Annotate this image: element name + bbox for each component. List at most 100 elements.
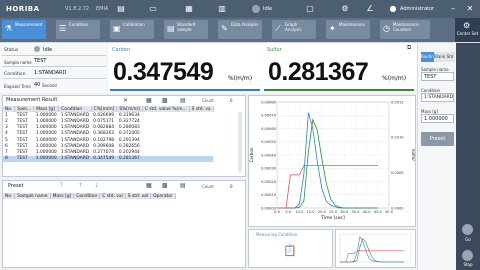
nav-label: Data Analysis	[231, 22, 259, 27]
analysis-icon: ✎	[221, 24, 228, 33]
mass-input[interactable]: 1.000000	[421, 114, 454, 123]
nav-condition[interactable]: ☰ Condition	[56, 20, 100, 39]
condition-value: 1:STANDARD	[34, 70, 67, 76]
x-tick-label: 0.0	[274, 210, 280, 214]
nav-label: Condition	[69, 22, 89, 27]
nav-calibration[interactable]: ▣ Calibration	[110, 20, 154, 39]
column-header[interactable]: Mass [g]	[50, 193, 75, 200]
sulfur-label: Sulfur	[267, 47, 282, 53]
mini-plot-area	[339, 233, 412, 263]
x-tick-label: 40.0	[363, 210, 372, 214]
nav-standard-sample[interactable]: ▤ Standard sample	[164, 20, 208, 39]
preset-button[interactable]: Preset	[421, 132, 454, 146]
wrench-icon: ✦	[329, 24, 336, 33]
table-cell	[189, 155, 214, 162]
nav-label: Maintenance	[339, 22, 365, 27]
tools-icon[interactable]: ⚙	[340, 4, 350, 14]
preset-title: Preset	[8, 183, 24, 189]
column-header[interactable]: C%[m/m]	[91, 106, 118, 113]
stop-label: Stop	[463, 262, 473, 267]
y2-tick-label: 0.0010	[391, 136, 404, 140]
move-top-icon[interactable]: ⤒	[60, 181, 63, 190]
tab-blank[interactable]: Blank	[434, 52, 445, 62]
table-cell: 1.000000	[35, 149, 57, 155]
column-header[interactable]: Operator	[150, 193, 176, 200]
monitor-icon[interactable]: ▭	[148, 4, 158, 14]
y-tick-label: 0.00060	[261, 127, 277, 131]
export-icon[interactable]: ▤	[180, 181, 186, 190]
status-text: Idle	[263, 6, 273, 12]
table-cell: 0.319634	[118, 112, 140, 118]
column-header[interactable]: Sample name	[14, 193, 51, 200]
divider	[2, 78, 106, 79]
go-button[interactable]	[462, 224, 473, 235]
elapsed-value: 40	[34, 82, 41, 88]
chart-icon[interactable]: ▥	[217, 4, 227, 14]
document-icon[interactable]: ▤	[116, 4, 126, 14]
delete-icon[interactable]: ✕	[123, 96, 128, 105]
move-down-icon[interactable]: ↓	[94, 181, 99, 190]
sample-icon[interactable]: ▢	[305, 4, 315, 14]
condition-select[interactable]: 1:STANDARD	[421, 93, 454, 102]
y-tick-label: 0.00010	[261, 193, 277, 197]
column-header[interactable]: S%[m/m]	[116, 106, 143, 113]
table-cell: 1.000000	[35, 125, 57, 131]
user-icon[interactable]: ●	[388, 4, 398, 14]
carbon-value: 0.347549	[113, 58, 214, 86]
status-value: Idle	[43, 47, 53, 53]
nav-measurement[interactable]: ⚗ Measurement	[2, 20, 46, 39]
move-up-icon[interactable]: ↑	[78, 181, 83, 190]
clipboard-icon[interactable]: 📋	[283, 244, 297, 257]
table-icon[interactable]: ▦	[146, 181, 152, 190]
y2-tick-label: 0.0005	[391, 171, 404, 175]
table-cell: 0.277074	[93, 149, 115, 155]
column-header[interactable]: Sam...	[14, 106, 35, 113]
graph-icon: ⟋	[275, 24, 281, 33]
x-tick-label: 35.0	[351, 210, 360, 214]
nav-data-analysis[interactable]: ✎ Data Analysis	[218, 20, 262, 39]
nav-label: Standard sample	[177, 22, 196, 32]
nav-maintenance-counters[interactable]: ◷ Maintenance Counters	[380, 20, 430, 39]
y-tick-label: 0.00040	[261, 153, 277, 157]
count-value: 6	[230, 98, 233, 103]
stop-button[interactable]	[462, 250, 473, 261]
version-label: V1.8.2.72	[65, 6, 90, 12]
column-header[interactable]: C std. value %(m...	[142, 106, 190, 113]
column-header[interactable]: S std. val	[125, 193, 152, 200]
column-header[interactable]: S std. va	[189, 106, 214, 113]
column-header[interactable]: C std. val	[99, 193, 126, 200]
user-name: Administrator	[400, 6, 435, 12]
minimize-icon[interactable]: –	[448, 4, 458, 14]
column-header[interactable]: Condition	[73, 193, 101, 200]
scrollbar[interactable]	[238, 112, 242, 172]
mini-chart	[339, 233, 412, 263]
calculator-icon[interactable]: ▦	[184, 4, 194, 14]
table-settings-icon[interactable]: ▩	[162, 181, 168, 190]
column-header[interactable]: Mass [g]	[33, 106, 60, 113]
nav-maintenance[interactable]: ✦ Maintenance	[326, 20, 370, 39]
angle-icon[interactable]: ∠	[365, 4, 375, 14]
close-icon[interactable]: ✕	[465, 4, 475, 14]
table-icon[interactable]: ▦	[146, 96, 152, 105]
table-settings-icon[interactable]: ▩	[162, 96, 168, 105]
divider	[2, 66, 106, 67]
preset-table: No. Sample name Mass [g] Condition C std. va…	[3, 193, 176, 200]
table-cell: 1:STANDARD	[60, 137, 90, 143]
table-cell	[142, 155, 190, 162]
popout-icon[interactable]: ⧉	[407, 44, 411, 52]
y-tick-label: 0.00070	[261, 114, 277, 118]
list-icon: ☰	[59, 24, 67, 33]
table-row[interactable]: 8 TEST 1.000000 1:STANDARD 0.347549 0.281367	[3, 155, 214, 162]
tab-routine[interactable]: Routine	[421, 52, 436, 62]
table-cell: 1.000000	[35, 131, 57, 137]
nav-graph-analysis[interactable]: ⟋ Graph Analysis	[272, 20, 316, 39]
sample-name-input[interactable]: TEST	[421, 72, 454, 81]
status-indicator	[252, 5, 260, 13]
column-header[interactable]: No.	[3, 193, 16, 200]
tab-std[interactable]: Std	[445, 52, 455, 62]
export-icon[interactable]: ▤	[180, 96, 186, 105]
table-cell: 0.202944	[118, 149, 140, 155]
center-set-button[interactable]: ⚙ Center Set	[455, 18, 480, 42]
y-axis-label: Carbon	[249, 147, 254, 162]
nav-label: Maintenance Counters	[393, 22, 419, 32]
